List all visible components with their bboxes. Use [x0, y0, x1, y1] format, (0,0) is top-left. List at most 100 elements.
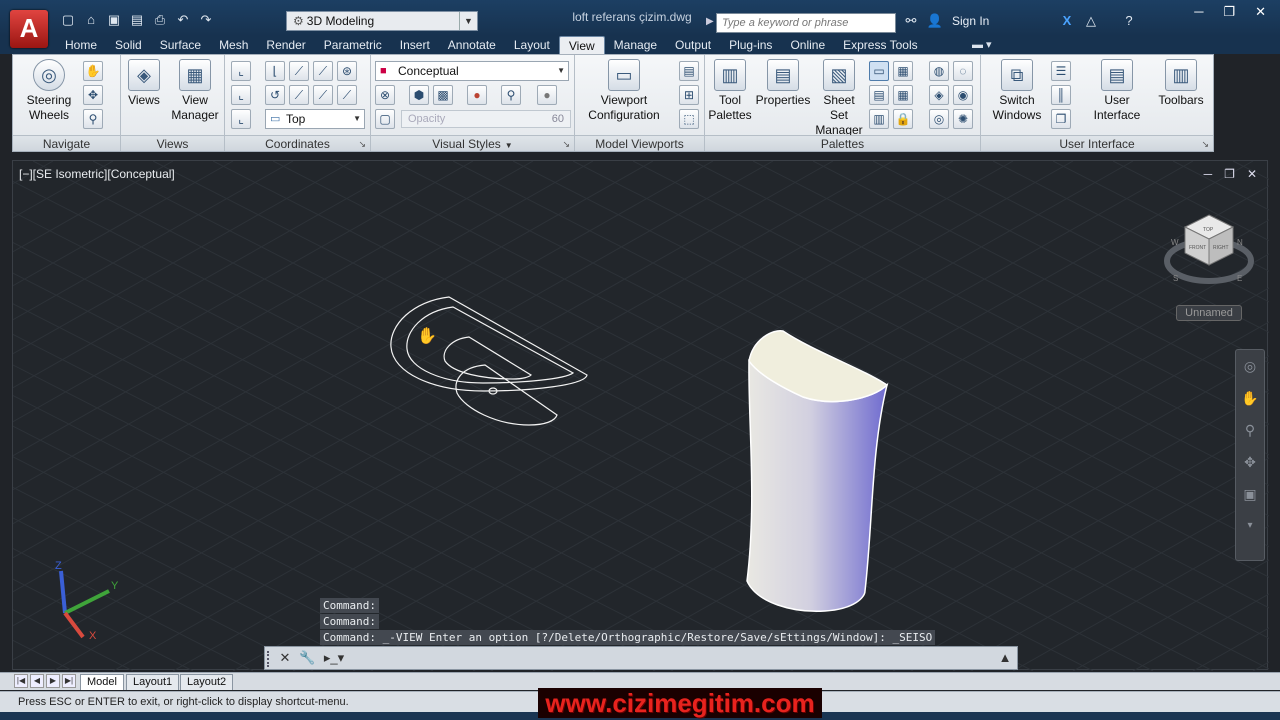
tab-online[interactable]: Online [781, 36, 834, 54]
ucs-z-icon[interactable]: ⊛ [337, 61, 357, 81]
toolbars-button[interactable]: ▥ Toolbars [1153, 59, 1209, 108]
ribbon-display-toggle[interactable]: ▬ ▾ [972, 38, 992, 51]
markup-icon[interactable]: ▤ [869, 85, 889, 105]
next-layout-icon[interactable]: ▶ [46, 674, 60, 688]
search-input[interactable]: Type a keyword or phrase [716, 13, 896, 33]
xray-icon[interactable]: ⊗ [375, 85, 395, 105]
tab-manage[interactable]: Manage [605, 36, 666, 54]
sign-in-button[interactable]: Sign In [952, 14, 1052, 28]
panel-title-model-viewports[interactable]: Model Viewports [575, 135, 704, 151]
environment-icon[interactable]: ● [537, 85, 557, 105]
ucs-previous-icon[interactable]: ↺ [265, 85, 285, 105]
ucs-x-icon[interactable]: ⟋ [289, 61, 309, 81]
shadow-icon[interactable]: ⬢ [409, 85, 429, 105]
named-viewports-icon[interactable]: ▤ [679, 61, 699, 81]
close-icon[interactable]: ✕ [277, 650, 293, 666]
viewport-configuration-button[interactable]: ▭ Viewport Configuration [581, 59, 667, 123]
opacity-icon[interactable]: ▢ [375, 109, 395, 129]
first-layout-icon[interactable]: |◀ [14, 674, 28, 688]
restore-icon[interactable]: ❐ [1224, 167, 1235, 181]
pan-icon[interactable]: ✋ [83, 61, 103, 81]
undo-icon[interactable]: ↶ [173, 10, 193, 30]
switch-windows-button[interactable]: ⧉ Switch Windows [991, 59, 1043, 123]
full-navigation-wheel-icon[interactable]: ◎ [1236, 350, 1264, 382]
orbit-icon[interactable]: ✥ [1236, 446, 1264, 478]
materials-browser-icon[interactable]: ◍ [929, 61, 949, 81]
previous-layout-icon[interactable]: ◀ [30, 674, 44, 688]
wrench-icon[interactable]: 🔧 [299, 650, 315, 666]
play-icon[interactable]: ▶ [706, 16, 714, 27]
dbconnect-icon[interactable]: ▥ [869, 109, 889, 129]
navbar-options-icon[interactable]: ▾ [1236, 510, 1264, 542]
tab-express-tools[interactable]: Express Tools [834, 36, 926, 54]
help-icon[interactable]: ? [1120, 12, 1138, 30]
tab-parametric[interactable]: Parametric [315, 36, 391, 54]
new-file-icon[interactable]: ▢ [58, 10, 78, 30]
tab-layout1[interactable]: Layout1 [126, 674, 180, 690]
user-icon[interactable]: 👤 [926, 12, 944, 30]
sheet-set-manager-button[interactable]: ▧ Sheet Set Manager [813, 59, 865, 138]
last-layout-icon[interactable]: ▶| [62, 674, 76, 688]
panel-title-user-interface[interactable]: User Interface ↘ [981, 135, 1213, 151]
tab-output[interactable]: Output [666, 36, 720, 54]
command-line-icon[interactable]: ▭ [869, 61, 889, 81]
tab-mesh[interactable]: Mesh [210, 36, 257, 54]
tile-horizontal-icon[interactable]: ☰ [1051, 61, 1071, 81]
user-interface-button[interactable]: ▤ User Interface [1089, 59, 1145, 123]
viewcube-top[interactable]: TOP [1203, 227, 1214, 233]
view-manager-button[interactable]: ▦ View Manager [167, 59, 223, 123]
redo-icon[interactable]: ↷ [196, 10, 216, 30]
materials-editor-icon[interactable]: ◈ [929, 85, 949, 105]
close-icon[interactable]: ✕ [1247, 167, 1257, 181]
viewcube[interactable]: TOP FRONT RIGHT S E W N [1163, 211, 1255, 301]
tab-view[interactable]: View [558, 36, 605, 54]
ucs-y-icon[interactable]: ⟋ [313, 61, 333, 81]
tab-surface[interactable]: Surface [151, 36, 210, 54]
viewcube-right[interactable]: RIGHT [1213, 245, 1229, 251]
exchange-icon[interactable]: X [1058, 12, 1076, 30]
viewport-controls-label[interactable]: [−][SE Isometric][Conceptual] [19, 167, 175, 181]
visual-styles-manager-icon[interactable]: ◉ [953, 85, 973, 105]
lock-icon[interactable]: 🔒 [893, 109, 913, 129]
ucs-face-icon[interactable]: ⟋ [337, 85, 357, 105]
join-viewports-icon[interactable]: ⊞ [679, 85, 699, 105]
compass-e[interactable]: E [1237, 274, 1242, 283]
ucs-menu[interactable]: Unnamed [1176, 305, 1242, 321]
a360-icon[interactable]: △ [1082, 12, 1100, 30]
tool-palettes-button[interactable]: ▥ Tool Palettes [707, 59, 753, 123]
panel-title-views[interactable]: Views [121, 135, 224, 151]
ucs-view-icon[interactable]: ⌞ [231, 109, 251, 129]
tab-insert[interactable]: Insert [391, 36, 439, 54]
ucs-origin-icon[interactable]: ⌞ [231, 85, 251, 105]
command-input[interactable] [356, 649, 996, 667]
command-prompt-icon[interactable]: ▸_▾ [323, 650, 345, 666]
tab-render[interactable]: Render [257, 36, 314, 54]
tab-annotate[interactable]: Annotate [439, 36, 505, 54]
orbit-icon[interactable]: ✥ [83, 85, 103, 105]
advanced-render-icon[interactable]: ◎ [929, 109, 949, 129]
zoom-icon[interactable]: ⚲ [83, 109, 103, 129]
save-icon[interactable]: ▣ [104, 10, 124, 30]
ucs-icon[interactable]: ⌞ [231, 61, 251, 81]
steering-wheels-button[interactable]: ◎ Steering Wheels [19, 59, 79, 123]
drawing-viewport[interactable]: ✋ [−][SE Isometric][Conceptual] ─ ❐ ✕ TO… [12, 160, 1269, 671]
compass-s[interactable]: S [1173, 274, 1178, 283]
restore-viewports-icon[interactable]: ⬚ [679, 109, 699, 129]
chevron-up-icon[interactable]: ▲ [997, 650, 1013, 666]
ucs-combo[interactable]: ▭ Top ▼ [265, 109, 365, 129]
viewcube-front[interactable]: FRONT [1189, 245, 1206, 251]
binoculars-icon[interactable]: ⚯ [902, 12, 920, 30]
tab-solid[interactable]: Solid [106, 36, 151, 54]
edge-effects-icon[interactable]: ▩ [433, 85, 453, 105]
dialog-launcher-icon[interactable]: ↘ [1201, 136, 1209, 152]
maximize-icon[interactable]: ❐ [1223, 4, 1235, 20]
tab-layout[interactable]: Layout [505, 36, 559, 54]
drag-handle[interactable] [267, 651, 273, 667]
minimize-icon[interactable]: ─ [1204, 167, 1213, 181]
cascade-icon[interactable]: ❐ [1051, 109, 1071, 129]
minimize-icon[interactable]: ─ [1194, 4, 1203, 20]
compass-n[interactable]: N [1237, 238, 1243, 247]
tab-model[interactable]: Model [80, 674, 124, 690]
dialog-launcher-icon[interactable]: ↘ [562, 136, 570, 152]
application-menu-button[interactable]: A [10, 10, 48, 48]
